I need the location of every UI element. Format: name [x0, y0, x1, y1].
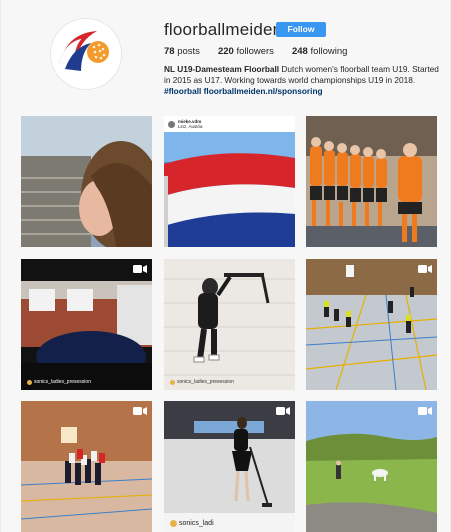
- post-image: [306, 401, 437, 532]
- following-count: 248: [291, 46, 308, 57]
- profile-page: floorballmeiden Follow 78 posts 220 foll…: [0, 0, 451, 532]
- floorball-logo-icon: [51, 19, 121, 89]
- bio-website-link[interactable]: floorballmeiden.nl/sponsoring: [204, 86, 323, 96]
- video-icon: [133, 406, 147, 416]
- post-tile[interactable]: [21, 401, 152, 532]
- post-watermark: sonics_ladi: [170, 520, 214, 527]
- posts-label: posts: [177, 46, 200, 57]
- post-tile[interactable]: mieke.vdm Linz, Austria: [164, 116, 295, 247]
- post-image: [164, 116, 295, 247]
- followers-label: followers: [236, 46, 274, 57]
- embed-avatar: [168, 120, 175, 128]
- profile-header: floorballmeiden Follow 78 posts 220 foll…: [1, 0, 451, 112]
- video-icon: [418, 264, 432, 274]
- post-watermark: sonics_ladies_presession: [27, 379, 91, 385]
- followers-stat[interactable]: 220 followers: [218, 46, 274, 57]
- video-icon: [276, 406, 290, 416]
- profile-stats: 78 posts 220 followers 248 following: [164, 46, 347, 57]
- following-label: following: [310, 46, 348, 57]
- watermark-logo-icon: [27, 379, 32, 385]
- video-icon: [133, 264, 147, 274]
- follow-button[interactable]: Follow: [276, 22, 326, 37]
- video-icon: [418, 406, 432, 416]
- post-image: [306, 116, 437, 247]
- post-image: [21, 401, 152, 532]
- watermark-text: sonics_ladies_presession: [34, 379, 91, 385]
- post-tile[interactable]: sonics_ladies_presession: [21, 259, 152, 390]
- posts-count: 78: [164, 46, 175, 57]
- post-tile[interactable]: [306, 401, 437, 532]
- profile-bio: NL U19-Damesteam Floorball Dutch women's…: [164, 64, 439, 98]
- bio-hashtag-link[interactable]: #floorball: [164, 86, 201, 96]
- following-stat[interactable]: 248 following: [292, 46, 347, 57]
- watermark-text: sonics_ladies_presession: [177, 379, 234, 385]
- followers-count: 220: [217, 46, 234, 57]
- post-image: [164, 259, 295, 390]
- post-image: [164, 401, 295, 532]
- embed-user-info: mieke.vdm Linz, Austria: [178, 119, 203, 129]
- posts-stat: 78 posts: [164, 46, 200, 57]
- post-tile[interactable]: [306, 116, 437, 247]
- bio-name: NL U19-Damesteam Floorball: [164, 64, 280, 74]
- embed-location: Linz, Austria: [178, 124, 203, 129]
- profile-username: floorballmeiden: [164, 20, 283, 39]
- post-tile[interactable]: [306, 259, 437, 390]
- embedded-post-header: mieke.vdm Linz, Austria: [168, 119, 203, 129]
- post-image: [21, 116, 152, 247]
- post-image: [21, 259, 152, 390]
- watermark-text: sonics_ladi: [179, 520, 214, 527]
- watermark-logo-icon: [170, 379, 175, 385]
- post-tile[interactable]: [21, 116, 152, 247]
- post-image: [306, 259, 437, 390]
- avatar[interactable]: [51, 19, 121, 89]
- post-watermark: sonics_ladies_presession: [170, 379, 234, 385]
- post-tile[interactable]: sonics_ladies_presession: [164, 259, 295, 390]
- watermark-logo-icon: [170, 520, 177, 527]
- post-tile[interactable]: sonics_ladi: [164, 401, 295, 532]
